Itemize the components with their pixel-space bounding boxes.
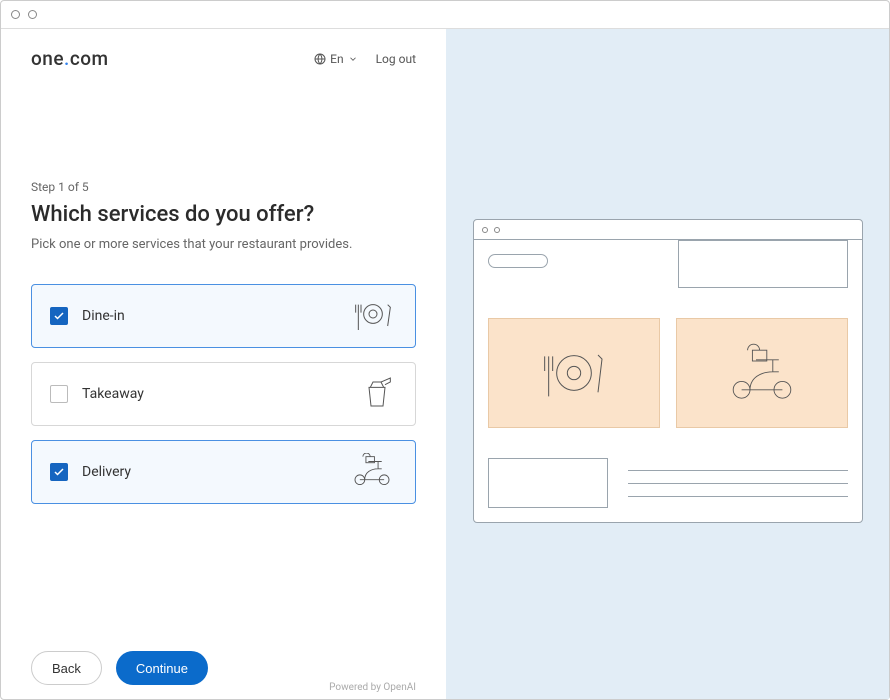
back-button[interactable]: Back — [31, 651, 102, 685]
footer-actions: Back Continue — [31, 631, 416, 685]
checkbox-takeaway[interactable] — [50, 385, 68, 403]
preview-topbar — [488, 254, 848, 288]
preview-pill — [488, 254, 548, 268]
page-title: Which services do you offer? — [31, 202, 416, 227]
preview-chrome — [474, 220, 862, 240]
brand-part2: com — [70, 47, 109, 70]
language-switcher[interactable]: En — [314, 52, 357, 66]
preview-cards — [488, 318, 848, 428]
powered-by: Powered by OpenAI — [329, 682, 416, 693]
option-left: Delivery — [50, 463, 131, 481]
window-dot — [11, 10, 20, 19]
takeaway-icon — [357, 374, 397, 414]
dinein-icon — [349, 298, 397, 334]
preview-bottom — [488, 458, 848, 508]
preview-line — [628, 483, 848, 484]
options-list: Dine-in — [31, 284, 416, 504]
header: one.com En Log out — [31, 47, 416, 70]
preview-line — [628, 496, 848, 497]
preview-dot — [494, 227, 500, 233]
option-takeaway[interactable]: Takeaway — [31, 362, 416, 426]
left-panel: one.com En Log out Step 1 of 5 Which ser… — [1, 29, 446, 699]
language-label: En — [330, 52, 343, 66]
preview-line — [628, 470, 848, 471]
brand-part1: one — [31, 47, 64, 70]
preview-card-delivery — [676, 318, 848, 428]
continue-button[interactable]: Continue — [116, 651, 208, 685]
check-icon — [53, 310, 65, 322]
check-icon — [53, 466, 65, 478]
header-actions: En Log out — [314, 52, 416, 66]
window-dot — [28, 10, 37, 19]
checkbox-dinein[interactable] — [50, 307, 68, 325]
delivery-icon — [347, 453, 397, 491]
option-left: Takeaway — [50, 385, 144, 403]
preview-dot — [482, 227, 488, 233]
chevron-down-icon — [348, 54, 358, 64]
preview-block — [678, 240, 848, 288]
page-subtitle: Pick one or more services that your rest… — [31, 237, 416, 252]
option-label: Delivery — [82, 464, 131, 480]
window-chrome — [1, 1, 889, 29]
app-window: one.com En Log out Step 1 of 5 Which ser… — [0, 0, 890, 700]
preview-lines — [628, 470, 848, 497]
globe-icon — [314, 53, 326, 65]
app-body: one.com En Log out Step 1 of 5 Which ser… — [1, 29, 889, 699]
preview-body — [474, 240, 862, 522]
brand-logo: one.com — [31, 47, 109, 70]
option-dinein[interactable]: Dine-in — [31, 284, 416, 348]
checkbox-delivery[interactable] — [50, 463, 68, 481]
preview-square — [488, 458, 608, 508]
preview-frame — [473, 219, 863, 523]
option-delivery[interactable]: Delivery — [31, 440, 416, 504]
logout-link[interactable]: Log out — [376, 52, 416, 66]
option-left: Dine-in — [50, 307, 125, 325]
preview-card-dinein — [488, 318, 660, 428]
option-label: Dine-in — [82, 308, 125, 324]
step-indicator: Step 1 of 5 — [31, 180, 416, 194]
right-panel — [446, 29, 889, 699]
option-label: Takeaway — [82, 386, 144, 402]
